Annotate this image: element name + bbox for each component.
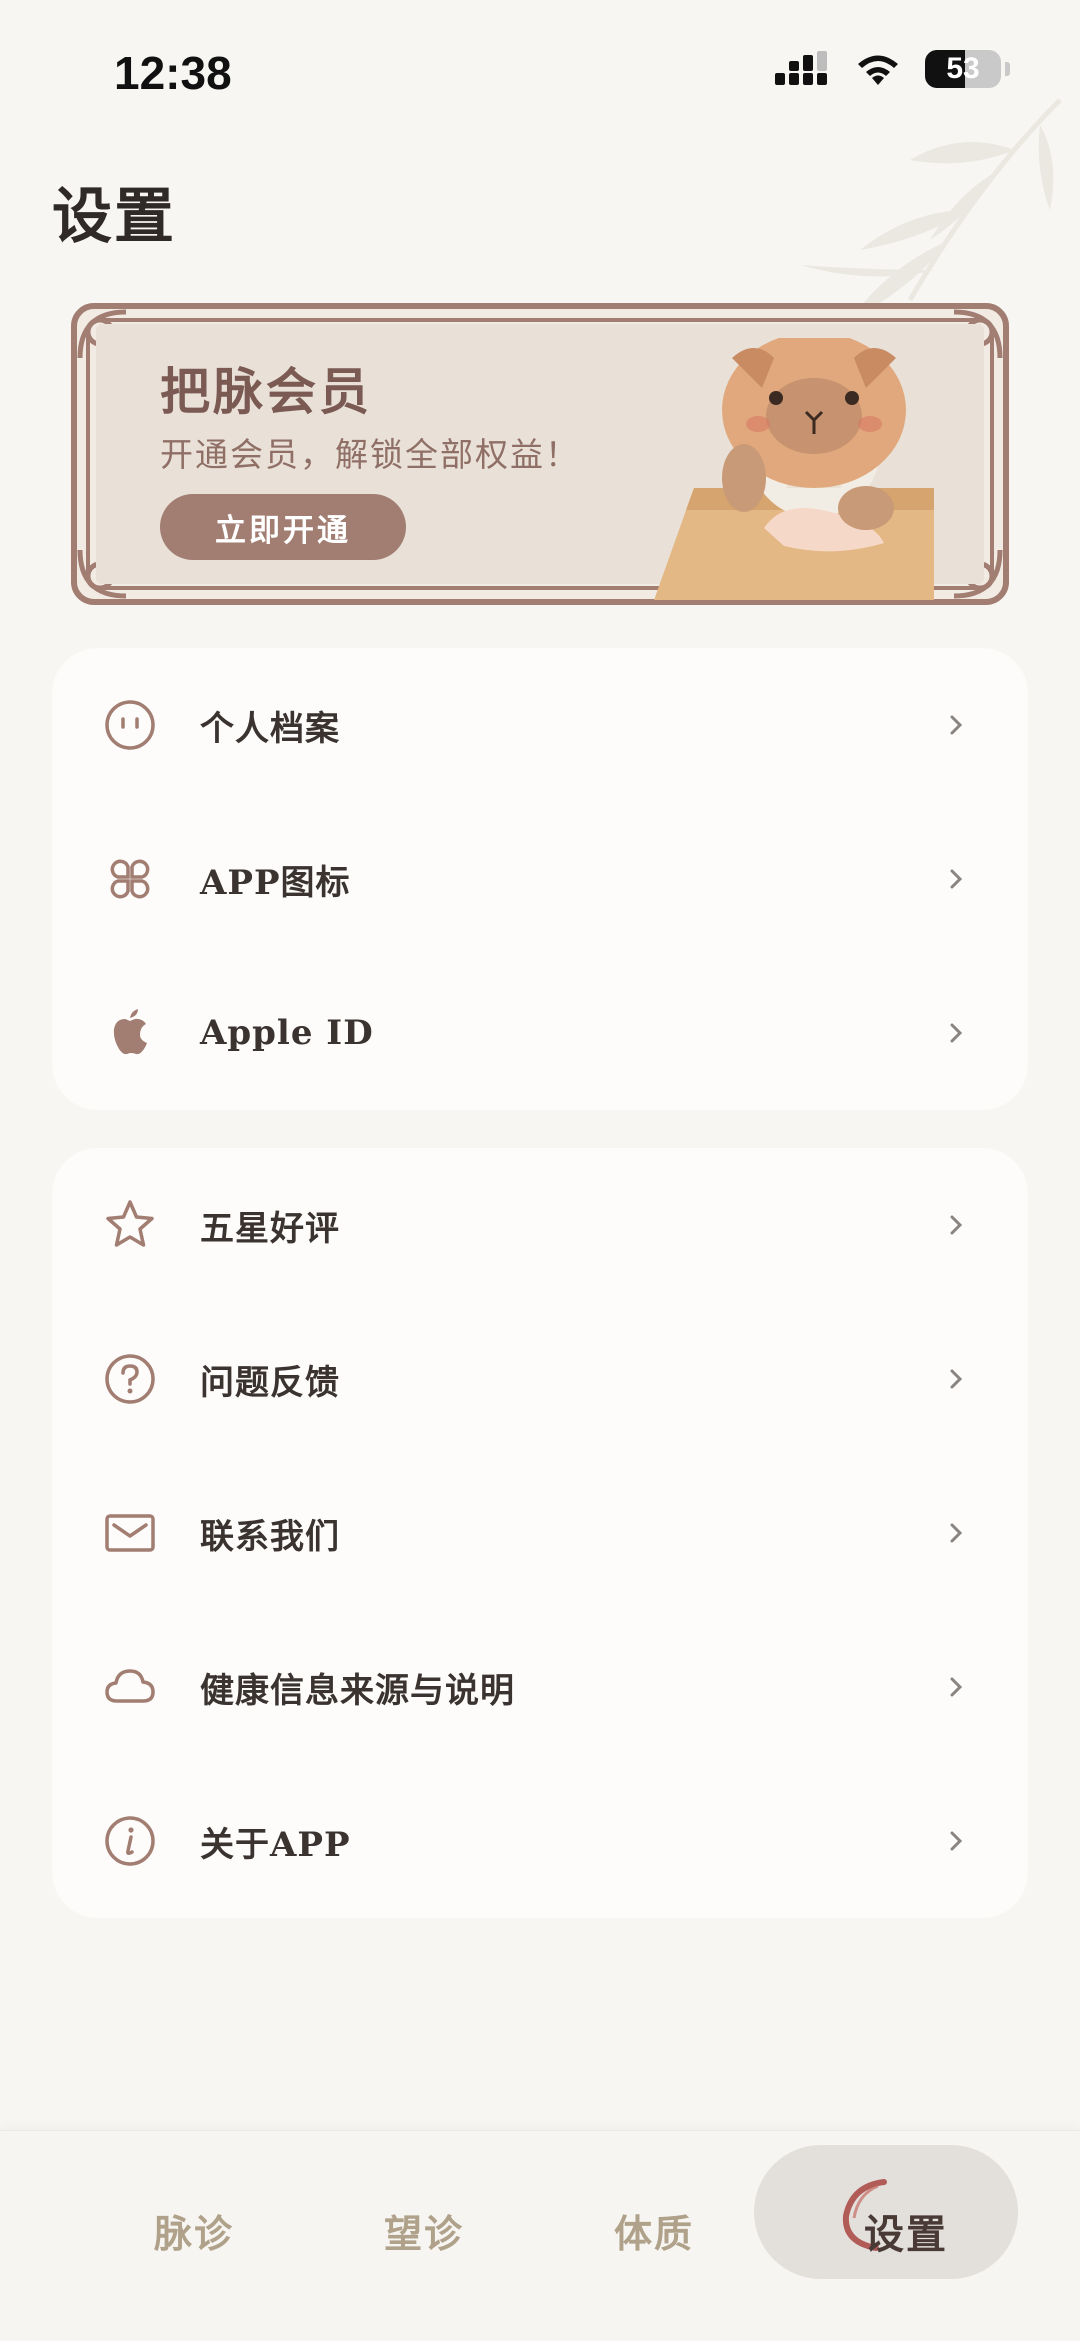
battery-tip bbox=[1005, 62, 1010, 76]
menu-item-feedback[interactable]: 问题反馈 bbox=[52, 1302, 1028, 1456]
tab-pulse-diagnosis[interactable]: 脉诊 bbox=[154, 2203, 234, 2267]
menu-item-rate-five-stars[interactable]: 五星好评 bbox=[52, 1148, 1028, 1302]
chevron-right-icon bbox=[950, 1369, 963, 1389]
subscribe-button[interactable]: 立即开通 bbox=[160, 494, 406, 560]
account-settings-card: 个人档案 APP图标 Apple ID bbox=[52, 648, 1028, 1110]
menu-item-label: 个人档案 bbox=[200, 708, 340, 749]
menu-item-label: 问题反馈 bbox=[200, 1362, 340, 1403]
mail-icon bbox=[105, 1514, 155, 1552]
chevron-right-icon bbox=[950, 1523, 963, 1543]
menu-item-label: 联系我们 bbox=[200, 1516, 340, 1557]
menu-item-label: 五星好评 bbox=[200, 1208, 340, 1249]
question-icon bbox=[105, 1354, 155, 1404]
apple-logo-icon bbox=[113, 1009, 147, 1055]
battery-indicator: 53 bbox=[925, 50, 1001, 88]
capybara-mascot-illustration bbox=[654, 338, 934, 600]
support-settings-card: 五星好评 问题反馈 联系我们 健康信息来源与说明 关于APP bbox=[52, 1148, 1028, 1918]
cloud-icon bbox=[105, 1669, 155, 1703]
info-icon bbox=[105, 1816, 155, 1866]
menu-item-app-icon[interactable]: APP图标 bbox=[52, 802, 1028, 956]
menu-item-apple-id[interactable]: Apple ID bbox=[52, 956, 1028, 1110]
chevron-right-icon bbox=[950, 715, 963, 735]
tab-settings[interactable]: 设置 bbox=[864, 2202, 948, 2260]
cellular-signal-icon bbox=[775, 51, 827, 85]
banner-subtitle: 开通会员，解锁全部权益！ bbox=[160, 435, 580, 474]
wifi-icon bbox=[858, 55, 898, 85]
tab-visual-diagnosis[interactable]: 望诊 bbox=[384, 2203, 464, 2267]
menu-item-label: APP图标 bbox=[200, 862, 351, 903]
smiley-face-icon bbox=[105, 700, 155, 750]
menu-item-health-info-sources[interactable]: 健康信息来源与说明 bbox=[52, 1610, 1028, 1764]
chevron-right-icon bbox=[950, 1215, 963, 1235]
battery-level: 53 bbox=[946, 52, 980, 85]
banner-title: 把脉会员 bbox=[160, 362, 372, 421]
menu-item-label: 健康信息来源与说明 bbox=[200, 1670, 515, 1711]
tab-constitution[interactable]: 体质 bbox=[614, 2203, 694, 2267]
chevron-right-icon bbox=[950, 869, 963, 889]
app-grid-icon bbox=[110, 859, 150, 899]
menu-item-about-app[interactable]: 关于APP bbox=[52, 1764, 1028, 1918]
star-icon bbox=[106, 1200, 154, 1247]
menu-item-contact-us[interactable]: 联系我们 bbox=[52, 1456, 1028, 1610]
status-icons: 53 bbox=[775, 50, 1010, 88]
chevron-right-icon bbox=[950, 1677, 963, 1697]
page-title: 设置 bbox=[52, 182, 176, 252]
menu-item-label: Apple ID bbox=[200, 1013, 374, 1053]
chevron-right-icon bbox=[950, 1023, 963, 1043]
membership-banner[interactable]: 把脉会员 开通会员，解锁全部权益！ 立即开通 bbox=[66, 298, 1014, 610]
menu-item-personal-profile[interactable]: 个人档案 bbox=[52, 648, 1028, 802]
status-time: 12:38 bbox=[114, 47, 232, 99]
chevron-right-icon bbox=[950, 1831, 963, 1851]
menu-item-label: 关于APP bbox=[200, 1824, 351, 1865]
